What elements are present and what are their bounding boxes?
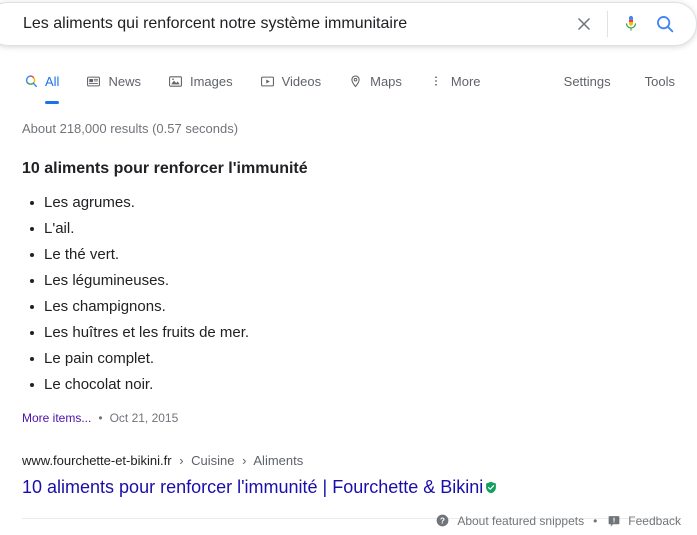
tab-label: Videos (281, 73, 322, 89)
tab-label: More (450, 73, 481, 89)
news-icon (85, 73, 102, 90)
search-bar[interactable] (0, 2, 697, 46)
close-icon[interactable] (567, 7, 601, 41)
tools-button[interactable]: Tools (645, 74, 675, 89)
result-stats: About 218,000 results (0.57 seconds) (22, 121, 239, 136)
snippet-meta-row: More items... • Oct 21, 2015 (22, 410, 178, 426)
microphone-icon[interactable] (614, 7, 648, 41)
result-title-row: 10 aliments pour renforcer l'immunité | … (22, 475, 498, 499)
result-breadcrumb[interactable]: www.fourchette-et-bikini.fr › Cuisine › … (22, 452, 303, 470)
breadcrumb-segment: Cuisine (191, 453, 235, 468)
list-item: Le chocolat noir. (29, 372, 249, 398)
list-item: Les huîtres et les fruits de mer. (29, 320, 249, 346)
verified-shield-icon (484, 480, 498, 495)
list-item: L'ail. (29, 216, 249, 242)
tab-all[interactable]: All (22, 66, 60, 104)
list-item: Les légumineuses. (29, 268, 249, 294)
tab-label: All (45, 73, 60, 89)
tab-more[interactable]: More (428, 66, 481, 96)
featured-snippet-heading: 10 aliments pour renforcer l'immunité (22, 160, 308, 177)
help-circle-icon: ? (435, 513, 450, 528)
about-featured-snippets-link[interactable]: ? About featured snippets (435, 513, 584, 528)
feedback-label: Feedback (628, 513, 681, 528)
active-tab-indicator (45, 101, 60, 104)
result-title-link[interactable]: 10 aliments pour renforcer l'immunité | … (22, 475, 483, 499)
feedback-link[interactable]: Feedback (606, 513, 681, 528)
search-nav: All News Images Videos Maps More Setting… (0, 66, 697, 106)
svg-text:?: ? (440, 516, 445, 525)
search-input[interactable] (0, 9, 567, 39)
map-pin-icon (347, 73, 364, 90)
snippet-footer: ? About featured snippets • Feedback (435, 513, 681, 528)
tab-label: Maps (370, 73, 402, 89)
meta-separator: • (98, 411, 103, 425)
tab-label: Images (189, 73, 233, 89)
more-items-link[interactable]: More items... (22, 410, 91, 426)
snippet-date: Oct 21, 2015 (109, 411, 179, 425)
feedback-icon (606, 513, 621, 528)
search-submit-icon[interactable] (648, 7, 682, 41)
list-item: Les champignons. (29, 294, 249, 320)
tab-news[interactable]: News (85, 66, 141, 96)
breadcrumb-separator: › (242, 453, 247, 468)
tab-maps[interactable]: Maps (347, 66, 402, 96)
breadcrumb-separator: › (179, 453, 184, 468)
nav-actions: Settings Tools (530, 66, 697, 89)
list-item: Le thé vert. (29, 242, 249, 268)
list-item: Les agrumes. (29, 190, 249, 216)
list-item: Le pain complet. (29, 346, 249, 372)
tab-images[interactable]: Images (167, 66, 233, 96)
about-featured-snippets-label: About featured snippets (457, 513, 585, 528)
tab-label: News (108, 73, 141, 89)
breadcrumb-segment: Aliments (253, 453, 304, 468)
nav-tabs: All News Images Videos Maps More (0, 66, 507, 104)
breadcrumb-domain: www.fourchette-et-bikini.fr (22, 453, 172, 468)
more-vertical-icon (428, 73, 445, 90)
search-bar-container (0, 2, 697, 46)
search-bar-divider (607, 11, 608, 37)
featured-snippet-list: Les agrumes. L'ail. Le thé vert. Les lég… (22, 190, 249, 398)
image-icon (167, 73, 184, 90)
google-search-icon (22, 73, 39, 90)
footer-separator: • (593, 513, 598, 528)
settings-button[interactable]: Settings (564, 74, 611, 89)
video-icon (259, 73, 276, 90)
tab-videos[interactable]: Videos (259, 66, 322, 96)
